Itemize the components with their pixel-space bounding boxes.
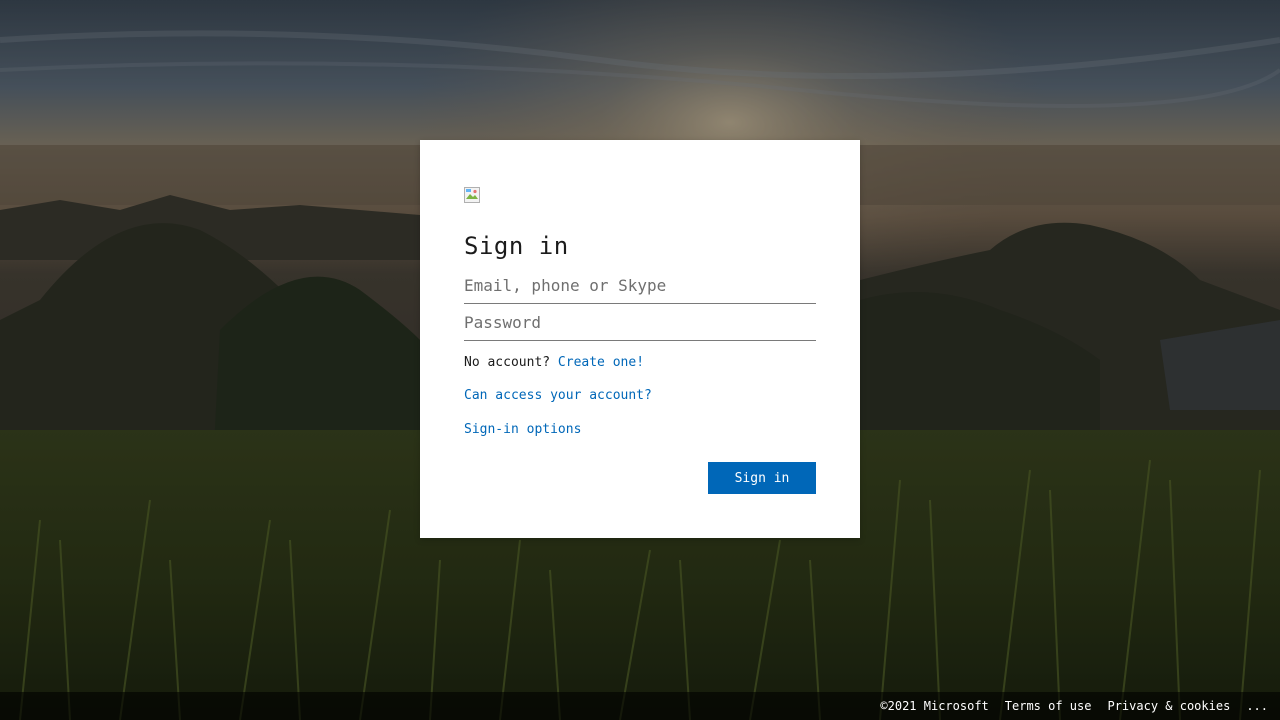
privacy-link[interactable]: Privacy & cookies xyxy=(1107,699,1230,713)
footer: ©2021 Microsoft Terms of use Privacy & c… xyxy=(0,692,1280,720)
access-row: Can access your account? xyxy=(464,388,652,403)
copyright-text: ©2021 Microsoft xyxy=(880,699,989,713)
email-field[interactable] xyxy=(464,268,816,304)
signin-button[interactable]: Sign in xyxy=(708,462,816,494)
more-options-link[interactable]: ... xyxy=(1246,699,1268,713)
no-account-label: No account? xyxy=(464,355,551,370)
cant-access-account-link[interactable]: Can access your account? xyxy=(464,388,652,403)
options-row: Sign-in options xyxy=(464,422,581,437)
signin-options-link[interactable]: Sign-in options xyxy=(464,422,581,437)
page-title: Sign in xyxy=(464,232,569,260)
create-account-link[interactable]: Create one! xyxy=(558,355,644,370)
broken-image-icon xyxy=(464,187,480,203)
no-account-row: No account? Create one! xyxy=(464,355,644,370)
terms-link[interactable]: Terms of use xyxy=(1005,699,1092,713)
signin-card: Sign in No account? Create one! Can acce… xyxy=(420,140,860,538)
password-field[interactable] xyxy=(464,305,816,341)
